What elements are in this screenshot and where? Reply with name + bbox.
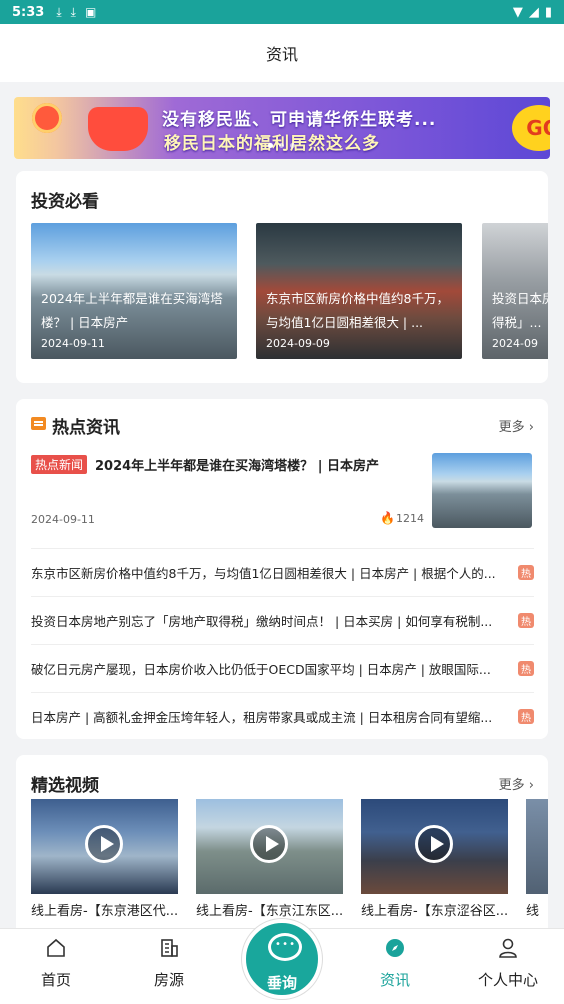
play-icon [250,825,288,863]
invest-article-card[interactable]: 2024年上半年都是谁在买海湾塔楼？ | 日本房产 2024-09-11 [31,223,237,359]
tab-home[interactable]: 首页 [16,937,96,990]
fire-icon: 🔥 [380,511,395,525]
video-card[interactable] [526,799,548,894]
tab-listings[interactable]: 房源 [129,937,209,990]
featured-news-title: 2024年上半年都是谁在买海湾塔楼？ | 日本房产 [95,459,379,474]
video-card[interactable] [31,799,178,894]
more-label: 更多 [498,420,525,435]
article-date: 2024-09-09 [266,337,330,350]
coin-icon [32,103,62,133]
section-title: 热点资讯 [52,418,120,438]
page-title: 资讯 [265,45,298,64]
list-item[interactable]: 东京市区新房价格中值约8千万，与均值1亿日圆相差很大 | 日本房产 | 根据个人… [31,548,534,596]
invest-article-card[interactable]: 东京市区新房价格中值约8千万，与均值1亿日圆相差很大 | ... 2024-09… [256,223,462,359]
hot-news-tag: 热点新闻 [31,455,88,474]
download-icon: ⤓ [56,4,62,19]
news-title: 破亿日元房产屡现，日本房价收入比仍低于OECD国家平均 | 日本房产 | 放眼国… [31,662,491,677]
list-item[interactable]: 日本房产 | 高额礼金押金压垮年轻人，租房带家具或成主流 | 日本租房合同有望缩… [31,692,534,739]
promo-banner[interactable]: 没有移民监、可申请华侨生联考... 移民日本的福利居然这么多 GO [14,97,550,159]
section-title: 精选视频 [31,776,99,796]
news-icon [31,417,46,430]
invest-section: 投资必看 2024年上半年都是谁在买海湾塔楼？ | 日本房产 2024-09-1… [16,171,548,383]
article-date: 2024-09 [492,337,538,350]
home-icon [47,938,65,957]
tab-news[interactable]: 资讯 [355,937,435,990]
video-card[interactable] [361,799,508,894]
building-icon [161,939,178,957]
video-title: 线上看房-【东京港区代... [31,904,178,919]
pagination-dot [279,143,284,148]
banner-pagination [268,143,295,148]
video-title: 线上看房-【东京江东区... [196,904,343,919]
tab-label: 个人中心 [477,971,538,989]
hot-news-section: 热点资讯 更多 › 热点新闻 2024年上半年都是谁在买海湾塔楼？ | 日本房产… [16,399,548,739]
news-title: 投资日本房地产别忘了「房地产取得税」缴纳时间点！ | 日本买房 | 如何享有税制… [31,614,493,629]
inquiry-label: 垂询 [266,974,297,992]
list-item[interactable]: 投资日本房地产别忘了「房地产取得税」缴纳时间点！ | 日本买房 | 如何享有税制… [31,596,534,644]
banner-go-badge: GO [512,105,550,151]
view-count: 1214 [396,512,424,525]
status-time: 5:33 [12,4,45,20]
user-icon [499,938,517,958]
tab-profile[interactable]: 个人中心 [468,937,548,990]
chat-icon [268,933,302,961]
invest-article-card[interactable]: 投资日本房地产别忘了「房地产取得税」... 2024-09 [482,223,548,359]
video-title: 线 [526,904,540,919]
more-link[interactable]: 更多 › [499,774,534,793]
tab-label: 资讯 [379,971,410,989]
videos-section: 精选视频 更多 › 线上看房-【东京港区代... 线上看房-【东京江东区... … [16,755,548,945]
play-icon [415,825,453,863]
featured-news-thumbnail [432,453,532,528]
more-label: 更多 [498,778,525,793]
article-title: 2024年上半年都是谁在买海湾塔楼？ | 日本房产 [41,291,223,330]
video-card[interactable] [196,799,343,894]
download-icon: ⤓ [70,4,76,19]
play-icon [85,825,123,863]
featured-news-date: 2024-09-11 [31,513,95,526]
article-title: 投资日本房地产别忘了「房地产取得税」... [492,291,548,330]
tab-label: 首页 [40,971,71,989]
article-date: 2024-09-11 [41,337,105,350]
chevron-right-icon: › [528,420,534,435]
hot-badge: 热 [518,613,534,628]
news-title: 东京市区新房价格中值约8千万，与均值1亿日圆相差很大 | 日本房产 | 根据个人… [31,566,496,581]
pagination-dot [290,143,295,148]
notification-icon: ▣ [84,5,97,19]
tab-label: 房源 [153,971,184,989]
inquiry-button[interactable]: 垂询 [242,919,322,999]
video-title: 线上看房-【东京涩谷区... [361,904,508,919]
chevron-right-icon: › [528,778,534,793]
status-bar: 5:33 ⤓ ⤓ ▣ ▼ ◢ ▮ [0,0,564,24]
hot-badge: 热 [518,661,534,676]
wifi-icon: ▼ [512,4,523,20]
section-title: 投资必看 [31,192,99,212]
hot-badge: 热 [518,709,534,724]
battery-icon: ▮ [544,4,552,20]
article-title: 东京市区新房价格中值约8千万，与均值1亿日圆相差很大 | ... [266,291,449,330]
signal-icon: ◢ [528,4,539,20]
compass-icon [386,939,404,957]
pagination-dot [268,143,273,148]
more-link[interactable]: 更多 › [499,416,534,435]
list-item[interactable]: 破亿日元房产屡现，日本房价收入比仍低于OECD国家平均 | 日本房产 | 放眼国… [31,644,534,692]
gift-bag-icon [88,107,148,151]
news-title: 日本房产 | 高额礼金押金压垮年轻人，租房带家具或成主流 | 日本租房合同有望缩… [31,710,493,725]
hot-badge: 热 [518,565,534,580]
banner-line-1: 没有移民监、可申请华侨生联考... [162,110,437,130]
banner-line-2: 移民日本的福利居然这么多 [164,129,380,154]
app-bar: 资讯 [0,24,564,82]
